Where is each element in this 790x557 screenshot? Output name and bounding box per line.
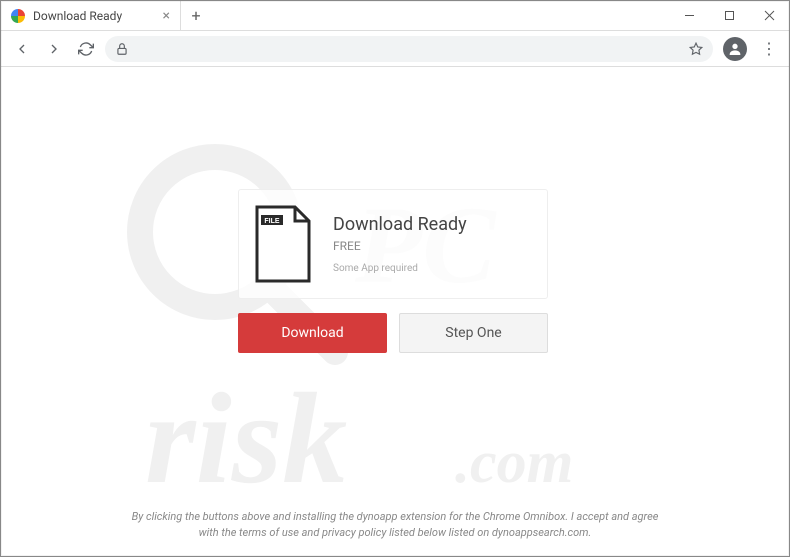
chrome-favicon-icon	[11, 9, 25, 23]
download-button[interactable]: Download	[238, 313, 387, 353]
address-bar[interactable]	[105, 36, 713, 62]
toolbar: ⋮	[1, 31, 789, 67]
step-one-button[interactable]: Step One	[399, 313, 548, 353]
card-note: Some App required	[333, 263, 467, 274]
titlebar: Download Ready × +	[1, 1, 789, 31]
download-card: FILE Download Ready FREE Some App requir…	[238, 189, 548, 299]
minimize-button[interactable]	[669, 1, 709, 30]
card-title: Download Ready	[333, 214, 467, 235]
disclaimer-text: By clicking the buttons above and instal…	[1, 509, 789, 540]
reload-button[interactable]	[73, 36, 99, 62]
browser-tab[interactable]: Download Ready ×	[1, 1, 181, 30]
maximize-button[interactable]	[709, 1, 749, 30]
menu-button[interactable]: ⋮	[757, 39, 781, 58]
new-tab-button[interactable]: +	[181, 1, 211, 30]
browser-window: Download Ready × + ⋮	[0, 0, 790, 557]
lock-icon	[115, 42, 129, 56]
page-content: PC risk .com FILE Download Ready FREE	[1, 67, 789, 556]
svg-text:.com: .com	[455, 429, 573, 495]
card-subtitle: FREE	[333, 239, 467, 253]
back-button[interactable]	[9, 36, 35, 62]
tab-title: Download Ready	[33, 9, 122, 23]
star-icon[interactable]	[689, 42, 703, 56]
card-text: Download Ready FREE Some App required	[333, 214, 467, 274]
close-window-button[interactable]	[749, 1, 789, 30]
svg-text:risk: risk	[145, 367, 347, 511]
svg-text:FILE: FILE	[264, 218, 279, 225]
close-tab-icon[interactable]: ×	[163, 8, 170, 24]
forward-button[interactable]	[41, 36, 67, 62]
action-row: Download Step One	[238, 313, 548, 353]
window-controls	[669, 1, 789, 30]
watermark: PC risk .com	[1, 67, 789, 556]
profile-button[interactable]	[723, 37, 747, 61]
file-icon: FILE	[253, 205, 313, 283]
